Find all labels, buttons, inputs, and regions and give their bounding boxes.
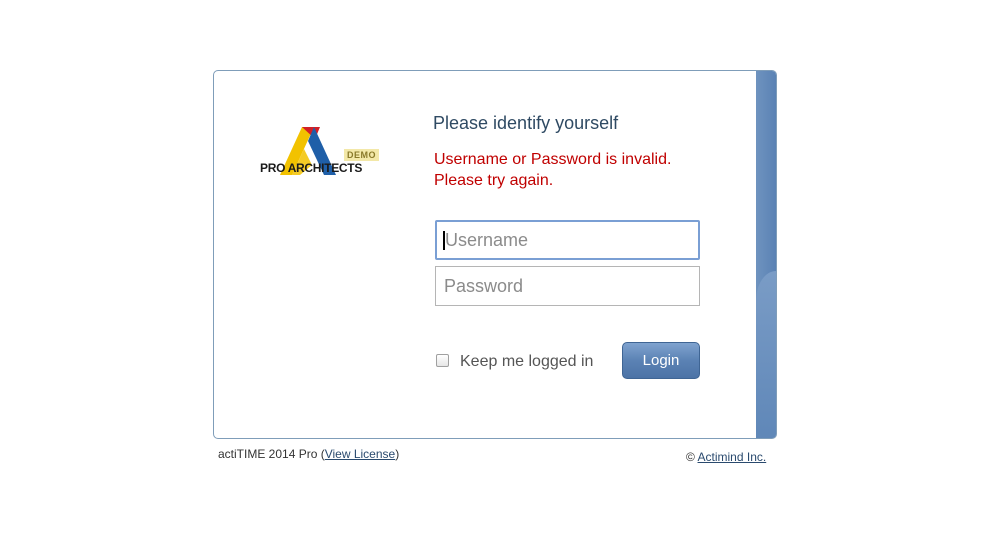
remember-me[interactable]: Keep me logged in xyxy=(436,351,593,371)
view-license-link[interactable]: View License xyxy=(325,447,396,461)
error-message: Username or Password is invalid. Please … xyxy=(434,149,671,191)
error-message-line1: Username or Password is invalid. xyxy=(434,151,672,168)
password-input[interactable] xyxy=(435,266,700,306)
company-logo: DEMO PRO ARCHITECTS xyxy=(260,125,384,189)
product-name: actiTIME 2014 Pro xyxy=(218,447,318,461)
login-panel: DEMO PRO ARCHITECTS Please identify your… xyxy=(213,70,777,439)
username-input[interactable] xyxy=(435,220,700,260)
text-cursor xyxy=(443,231,445,250)
side-decoration-curve xyxy=(756,271,776,438)
company-link[interactable]: Actimind Inc. xyxy=(698,450,767,464)
error-message-line2: Please try again. xyxy=(434,172,554,189)
remember-me-label[interactable]: Keep me logged in xyxy=(460,353,593,371)
remember-me-checkbox[interactable] xyxy=(436,353,449,367)
footer-copyright: © Actimind Inc. xyxy=(686,450,766,464)
login-button[interactable]: Login xyxy=(622,342,700,379)
logo-text: PRO ARCHITECTS xyxy=(260,161,363,175)
logo-demo-badge: DEMO xyxy=(344,149,379,161)
license-close-paren: ) xyxy=(395,447,400,461)
page-title: Please identify yourself xyxy=(433,113,619,133)
footer-product: actiTIME 2014 Pro (View License) xyxy=(218,447,399,461)
side-decoration-bar xyxy=(756,71,776,438)
copyright-symbol: © xyxy=(686,450,695,464)
